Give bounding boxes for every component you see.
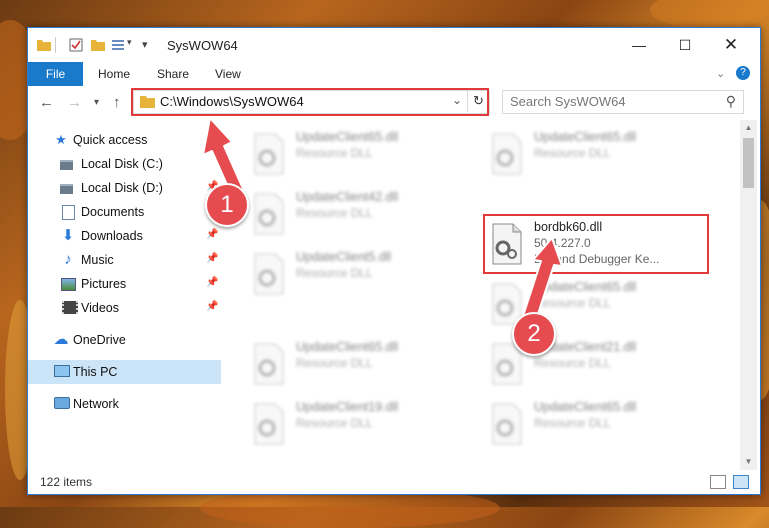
annotation-arrows: [202, 117, 563, 321]
step-1-badge: 1: [205, 183, 249, 227]
step-2-badge: 2: [512, 312, 556, 356]
arrow-to-file: [522, 237, 563, 321]
